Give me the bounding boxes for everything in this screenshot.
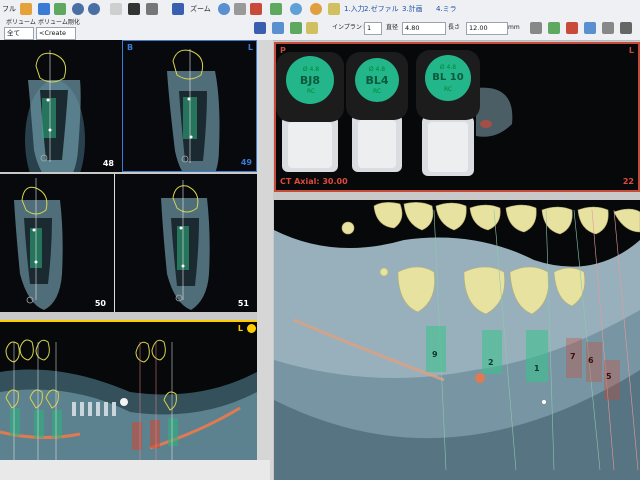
save-icon[interactable] xyxy=(38,3,50,15)
measure-icon[interactable] xyxy=(146,3,158,15)
grid-icon[interactable] xyxy=(270,3,282,15)
axis-tool-icon[interactable] xyxy=(272,22,284,34)
move-icon[interactable] xyxy=(172,3,184,15)
face-icon[interactable] xyxy=(310,3,322,15)
export-icon[interactable] xyxy=(54,3,66,15)
panoramic-image xyxy=(0,322,257,460)
diameter-label: 直径 xyxy=(386,24,399,31)
zoom-label[interactable]: ズーム xyxy=(188,2,213,16)
cross-section-view-51[interactable]: 51 xyxy=(114,174,257,312)
implant-label-2[interactable]: 2 xyxy=(488,358,494,367)
folder-icon[interactable] xyxy=(20,3,32,15)
vial-platform-text: RC xyxy=(443,86,453,93)
length-field[interactable]: 12.00 xyxy=(466,22,508,35)
vial-diameter-text: Ø 4.8 xyxy=(439,64,457,71)
column-divider[interactable] xyxy=(257,40,273,480)
tooth-icon[interactable] xyxy=(328,3,340,15)
globe-icon[interactable] xyxy=(290,3,302,15)
list-icon[interactable] xyxy=(620,22,632,34)
implant-label-5[interactable]: 5 xyxy=(606,372,612,381)
volume-combo-select[interactable]: <Create xyxy=(36,27,76,40)
cross-section-view-48[interactable]: 48 xyxy=(0,40,122,172)
slice-number: 50 xyxy=(94,299,106,308)
main-toolbar: フル ズーム 1.入力 2.ゼファル 3.計画 4.ミラ ボリューム ボリューム… xyxy=(0,0,640,41)
implant-vial: Ø 4.8 BJ8 RC xyxy=(276,50,346,174)
vial-code-text: BL4 xyxy=(365,74,389,87)
vial-platform-text: RC xyxy=(306,88,316,95)
vial-diameter-text: Ø 4.8 xyxy=(302,66,320,73)
tab-plan[interactable]: 3.計画 xyxy=(400,2,425,16)
lock-icon[interactable] xyxy=(602,22,614,34)
undo-icon[interactable] xyxy=(72,3,84,15)
crown-tool-icon[interactable] xyxy=(290,22,302,34)
unit-label: mm xyxy=(508,24,520,31)
cross-section-image xyxy=(123,41,256,171)
vial-diameter-text: Ø 4.8 xyxy=(368,66,386,73)
implant-label-6[interactable]: 6 xyxy=(588,356,594,365)
radiation-icon xyxy=(247,324,256,333)
slice-number: 49 xyxy=(240,158,252,167)
cross-section-image xyxy=(115,174,257,312)
delete-icon[interactable] xyxy=(566,22,578,34)
panel-corner: L xyxy=(628,46,634,55)
panel-corner: L xyxy=(247,43,253,52)
axial-caption: CT Axial: 30.00 xyxy=(280,177,348,186)
nerve-tool-icon[interactable] xyxy=(306,22,318,34)
diameter-field[interactable]: 4.80 xyxy=(402,22,446,35)
implant-label-9[interactable]: 9 xyxy=(432,350,438,359)
vial-code-text: BJ8 xyxy=(299,74,321,87)
redo-icon[interactable] xyxy=(88,3,100,15)
contrast-icon[interactable] xyxy=(128,3,140,15)
settings-icon[interactable] xyxy=(584,22,596,34)
cross-section-image xyxy=(0,174,114,312)
panel-letter: B xyxy=(127,43,134,52)
volume-select[interactable]: 全て xyxy=(4,27,34,40)
implant-number-field[interactable]: 1 xyxy=(364,22,382,35)
implant-vial: Ø 4.8 BL 10 RC xyxy=(416,48,480,178)
axial-slice-number: 22 xyxy=(622,177,634,186)
hand-icon[interactable] xyxy=(234,3,246,15)
library-icon[interactable] xyxy=(530,22,542,34)
confirm-icon[interactable] xyxy=(548,22,560,34)
tab-segment[interactable]: 2.ゼファル xyxy=(362,2,401,16)
status-strip xyxy=(0,460,270,480)
toolbar-fragment: フル xyxy=(2,5,16,13)
cross-section-image xyxy=(0,40,122,172)
panoramic-view[interactable]: L xyxy=(0,320,257,460)
axial-view[interactable]: P L CT Axial: 30.00 22 Ø 4.8 BJ8 RC Ø 4.… xyxy=(274,42,640,192)
three-d-image xyxy=(274,202,640,480)
vial-code-text: BL 10 xyxy=(432,72,464,83)
cross-section-view-49[interactable]: B L 49 xyxy=(122,40,257,172)
slice-number: 51 xyxy=(237,299,249,308)
implant-label-7[interactable]: 7 xyxy=(570,352,576,361)
slice-number: 48 xyxy=(102,159,114,168)
panel-corner: L xyxy=(237,324,243,333)
implant-vial: Ø 4.8 BL4 RC xyxy=(346,50,408,174)
rotate-icon[interactable] xyxy=(250,3,262,15)
implant-label-1[interactable]: 1 xyxy=(534,364,540,373)
three-d-view[interactable]: 9 2 1 7 6 5 xyxy=(274,200,640,480)
vial-platform-text: RC xyxy=(372,88,382,95)
length-label: 長さ xyxy=(448,24,461,31)
zoom-icon[interactable] xyxy=(218,3,230,15)
cross-section-view-50[interactable]: 50 xyxy=(0,174,114,312)
window-icon[interactable] xyxy=(110,3,122,15)
tab-view[interactable]: 4.ミラ xyxy=(434,2,459,16)
implant-tool-icon[interactable] xyxy=(254,22,266,34)
